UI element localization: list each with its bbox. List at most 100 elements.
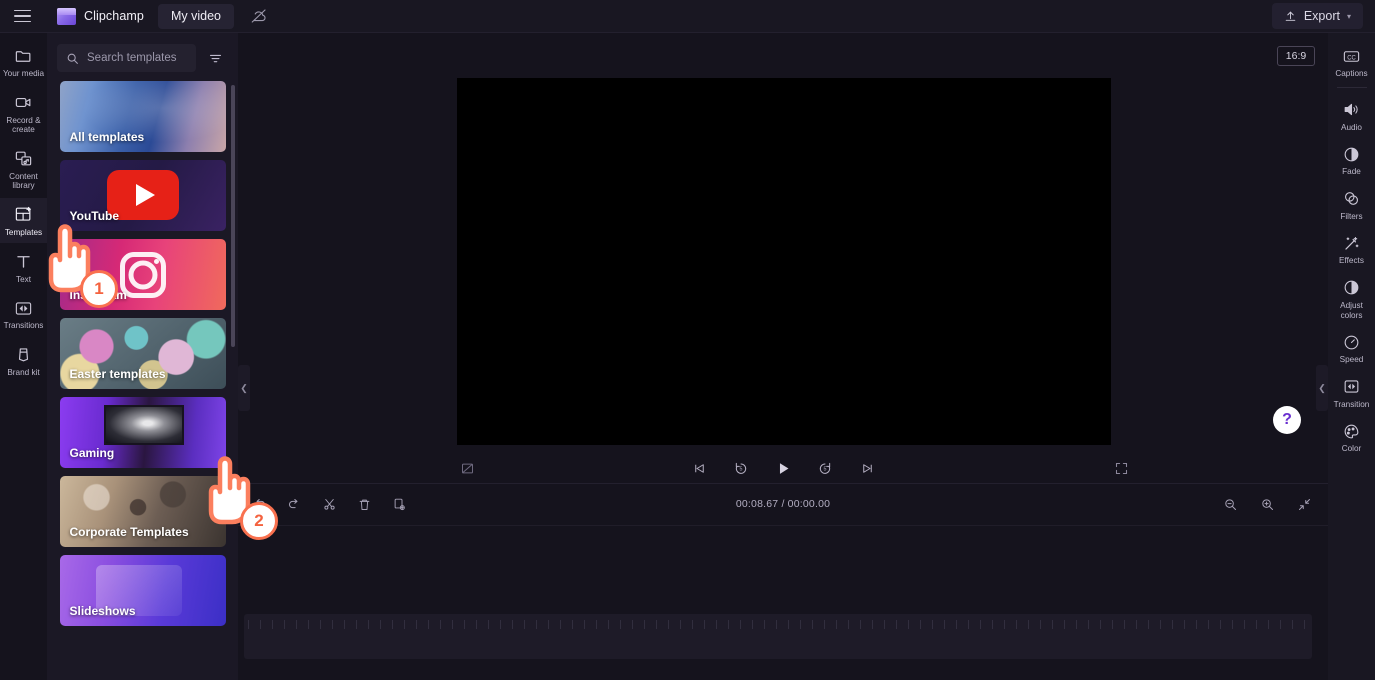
property-item-effects[interactable]: Effects — [1328, 226, 1375, 271]
property-item-transition[interactable]: Transition — [1328, 370, 1375, 415]
adjust-colors-icon — [1342, 278, 1362, 298]
sidebar-item-templates[interactable]: Templates — [0, 197, 47, 243]
property-item-speed[interactable]: Speed — [1328, 325, 1375, 370]
duplicate-icon[interactable] — [390, 495, 409, 514]
filter-icon[interactable] — [202, 45, 228, 71]
folder-icon — [14, 46, 34, 66]
rewind-5-icon[interactable]: 5 — [730, 457, 752, 479]
document-title-field[interactable]: My video — [157, 3, 234, 29]
template-card-label: Instagram — [69, 288, 127, 302]
brand-logo-link[interactable]: Clipchamp — [57, 7, 144, 25]
timeline-area: 00:08.67 / 00:00.00 — [238, 483, 1328, 680]
template-card-easter-templates[interactable]: Easter templates — [59, 318, 226, 389]
speaker-icon — [1342, 100, 1362, 120]
svg-text:5: 5 — [740, 467, 743, 473]
left-tool-rail: Your media Record & create Content libra… — [0, 33, 47, 680]
right-tool-rail: CC Captions Audio Fade Filters Effects A… — [1328, 33, 1375, 680]
fullscreen-icon[interactable] — [1110, 457, 1132, 479]
forward-5-icon[interactable]: 5 — [814, 457, 836, 479]
property-label-adjust-colors: Adjust colors — [1340, 300, 1363, 320]
timecode-display: 00:08.67 / 00:00.00 — [735, 498, 831, 510]
skip-next-icon[interactable] — [856, 457, 878, 479]
sidebar-label-your-media: Your media — [2, 69, 45, 78]
property-item-audio[interactable]: Audio — [1328, 93, 1375, 138]
top-bar: Clipchamp My video Export ▾ — [0, 0, 1375, 33]
video-preview[interactable] — [457, 78, 1111, 445]
redo-icon[interactable] — [285, 495, 304, 514]
zoom-in-icon[interactable] — [1258, 495, 1277, 514]
svg-text:5: 5 — [824, 467, 827, 473]
timeline-toolbar: 00:08.67 / 00:00.00 — [238, 484, 1328, 526]
sidebar-item-transitions[interactable]: Transitions — [0, 291, 47, 336]
template-card-slideshows[interactable]: Slideshows — [59, 555, 226, 626]
template-card-list[interactable]: All templates YouTube Instagram Easter t… — [47, 81, 238, 680]
split-scissors-icon[interactable] — [320, 495, 339, 514]
property-item-fade[interactable]: Fade — [1328, 137, 1375, 182]
player-controls-bar: 5 5 — [238, 453, 1328, 483]
sidebar-item-content-library[interactable]: Content library — [0, 142, 47, 196]
chevron-down-icon: ▾ — [1346, 11, 1351, 21]
template-card-label: All templates — [69, 130, 145, 144]
sidebar-label-content-library: Content library — [9, 171, 38, 191]
upload-icon — [1285, 11, 1296, 21]
property-item-captions[interactable]: CC Captions — [1328, 39, 1375, 84]
template-card-youtube[interactable]: YouTube — [59, 160, 226, 231]
aspect-ratio-button[interactable]: 16:9 — [1277, 46, 1315, 66]
property-item-filters[interactable]: Filters — [1328, 182, 1375, 227]
color-palette-icon — [1342, 421, 1362, 441]
property-label-fade: Fade — [1342, 167, 1361, 177]
export-button[interactable]: Export ▾ — [1271, 3, 1363, 29]
sidebar-label-record-create: Record & create — [6, 115, 41, 135]
timeline-tracks[interactable] — [238, 526, 1328, 680]
content-library-icon — [14, 149, 34, 169]
collapse-panel-right-icon[interactable]: ❮ — [1316, 365, 1328, 411]
help-button[interactable]: ? — [1273, 406, 1301, 434]
delete-trash-icon[interactable] — [355, 495, 374, 514]
property-label-speed: Speed — [1339, 355, 1364, 365]
skip-previous-icon[interactable] — [688, 457, 710, 479]
timeline-track-row[interactable] — [244, 614, 1312, 659]
svg-text:CC: CC — [1347, 55, 1356, 61]
hamburger-icon[interactable] — [0, 0, 44, 33]
template-card-label: Corporate Templates — [69, 525, 189, 539]
preview-stage: 16:9 5 5 — [238, 33, 1328, 483]
sidebar-item-your-media[interactable]: Your media — [0, 39, 47, 84]
sidebar-label-templates: Templates — [4, 227, 43, 237]
search-input[interactable]: Search templates — [57, 44, 196, 72]
sidebar-item-record-create[interactable]: Record & create — [0, 86, 47, 140]
clipchamp-app: Clipchamp My video Export ▾ Your media R… — [0, 0, 1375, 680]
text-t-icon — [14, 252, 34, 272]
brand-kit-icon — [14, 345, 34, 365]
fit-to-screen-icon[interactable] — [1295, 495, 1314, 514]
timeline-edit-tools — [250, 495, 409, 514]
brand-name: Clipchamp — [84, 9, 144, 23]
transport-controls: 5 5 — [238, 457, 1328, 479]
top-bar-right: Export ▾ — [1271, 3, 1375, 29]
template-card-balloons[interactable] — [60, 634, 226, 680]
template-card-label: Easter templates — [69, 367, 166, 381]
search-icon — [67, 53, 78, 64]
property-item-adjust-colors[interactable]: Adjust colors — [1328, 271, 1375, 325]
sidebar-item-brand-kit[interactable]: Brand kit — [0, 338, 47, 383]
undo-icon[interactable] — [250, 495, 269, 514]
zoom-out-icon[interactable] — [1221, 495, 1240, 514]
play-icon[interactable] — [772, 457, 794, 479]
filters-icon — [1342, 189, 1362, 209]
sidebar-item-text[interactable]: Text — [0, 245, 47, 290]
sidebar-label-transitions: Transitions — [3, 321, 44, 331]
clipchamp-logo-icon — [57, 7, 76, 25]
template-card-label: Gaming — [69, 446, 115, 460]
rail-divider — [1336, 86, 1367, 88]
template-card-label: Slideshows — [69, 604, 136, 618]
collapse-panel-left-icon[interactable]: ❮ — [238, 365, 250, 411]
template-card-all-templates[interactable]: All templates — [59, 81, 226, 152]
panel-scrollbar[interactable] — [231, 85, 235, 347]
video-camera-icon — [14, 93, 34, 113]
sidebar-label-text: Text — [15, 274, 31, 284]
transition-icon — [1342, 377, 1362, 397]
template-card-corporate-templates[interactable]: Corporate Templates — [59, 476, 226, 547]
property-item-color[interactable]: Color — [1328, 414, 1375, 459]
cloud-off-icon — [248, 5, 270, 27]
template-card-gaming[interactable]: Gaming — [59, 397, 226, 468]
template-card-instagram[interactable]: Instagram — [59, 239, 226, 310]
